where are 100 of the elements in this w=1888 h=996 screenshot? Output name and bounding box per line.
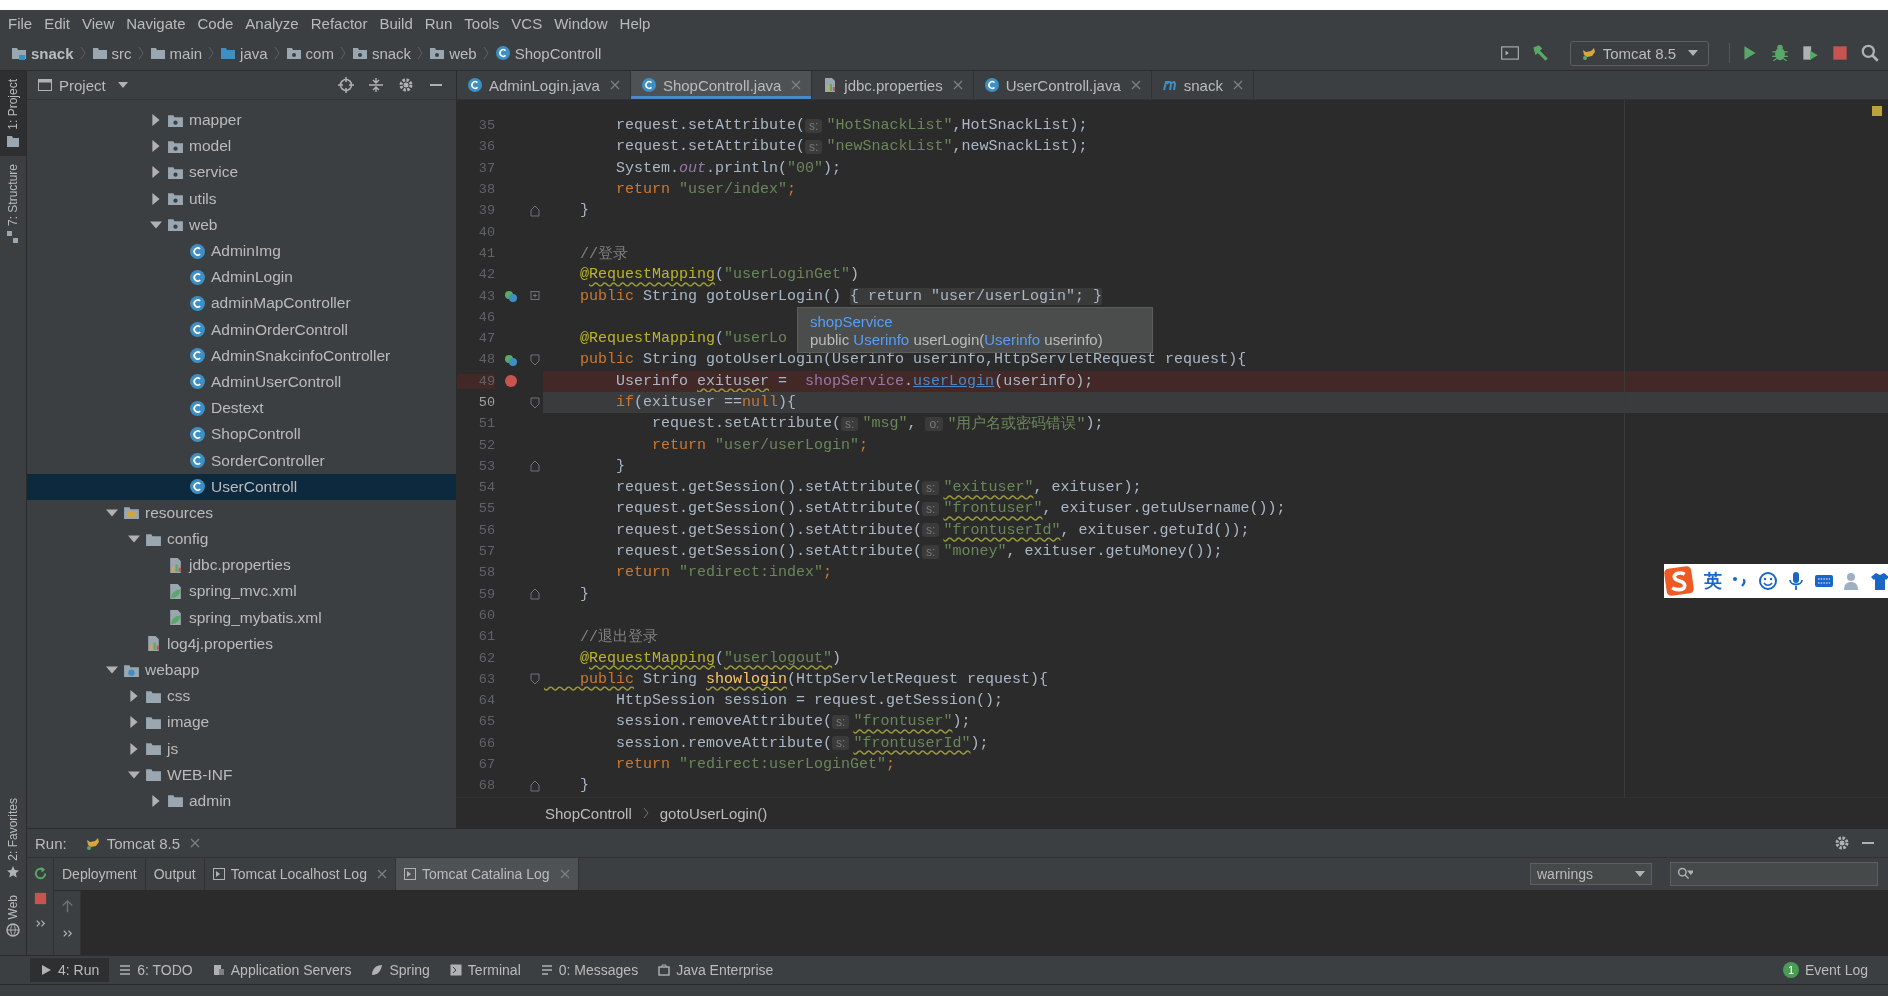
- fold-marker-icon[interactable]: [530, 353, 540, 366]
- tree-item[interactable]: model: [27, 133, 456, 160]
- caret-down-icon[interactable]: [106, 506, 118, 519]
- menu-item[interactable]: VCS: [505, 14, 549, 32]
- tree-item[interactable]: service: [27, 159, 456, 186]
- tree-item[interactable]: log4j.properties: [27, 630, 456, 657]
- caret-right-icon[interactable]: [150, 140, 162, 153]
- close-icon[interactable]: [376, 869, 387, 879]
- editor-tab[interactable]: snack: [1151, 71, 1254, 99]
- menu-item[interactable]: Tools: [458, 14, 506, 32]
- expand-fold-icon[interactable]: [530, 290, 540, 302]
- close-icon[interactable]: [190, 838, 201, 848]
- menu-item[interactable]: Help: [613, 14, 657, 32]
- input-mode-toggle[interactable]: 英: [1704, 569, 1722, 593]
- tree-item[interactable]: js: [27, 735, 456, 762]
- tool-window-tab[interactable]: Terminal: [439, 958, 531, 982]
- tree-item[interactable]: resources: [27, 499, 456, 526]
- log-tab[interactable]: Tomcat Catalina Log: [395, 858, 579, 890]
- log-tab[interactable]: Tomcat Localhost Log: [204, 858, 396, 890]
- tool-window-button[interactable]: 7: Structure: [0, 155, 26, 252]
- close-icon[interactable]: [952, 80, 963, 90]
- breadcrumb-item[interactable]: gotoUserLogin(): [659, 804, 768, 822]
- tree-item[interactable]: mapper: [27, 107, 456, 134]
- menu-item[interactable]: Window: [548, 14, 614, 32]
- log-tab[interactable]: Deployment: [54, 858, 146, 890]
- fold-marker-icon[interactable]: [530, 204, 540, 217]
- microphone-icon[interactable]: [1786, 571, 1806, 591]
- menu-item[interactable]: Build: [373, 14, 419, 32]
- caret-right-icon[interactable]: [128, 690, 140, 703]
- tree-item[interactable]: AdminImg: [27, 237, 456, 265]
- implements-marker-icon[interactable]: [504, 289, 518, 303]
- tool-window-tab[interactable]: 0: Messages: [530, 958, 649, 982]
- terminal-window-icon[interactable]: [1499, 43, 1520, 63]
- tool-window-tab[interactable]: Spring: [361, 958, 440, 982]
- breadcrumb-item[interactable]: java: [217, 44, 271, 62]
- tool-window-button[interactable]: 1: Project: [0, 71, 26, 156]
- breadcrumb-item[interactable]: main: [146, 44, 206, 62]
- stop-icon[interactable]: [32, 891, 48, 906]
- tree-item[interactable]: UserControll: [27, 473, 456, 500]
- caret-right-icon[interactable]: [150, 114, 162, 127]
- tree-item[interactable]: AdminSnakcinfoController: [27, 342, 456, 369]
- tool-window-tab[interactable]: Java Enterprise: [648, 958, 784, 982]
- fold-marker-icon[interactable]: [530, 673, 540, 686]
- tree-item[interactable]: spring_mybatis.xml: [27, 604, 456, 631]
- caret-right-icon[interactable]: [128, 742, 140, 755]
- tree-item[interactable]: web: [27, 211, 456, 238]
- breadcrumb-item[interactable]: snack: [348, 44, 415, 62]
- tree-item[interactable]: webapp: [27, 656, 456, 684]
- caret-down-icon[interactable]: [128, 768, 140, 781]
- fold-marker-icon[interactable]: [530, 460, 540, 473]
- tree-item[interactable]: SorderController: [27, 447, 456, 474]
- menu-item[interactable]: Edit: [38, 14, 77, 32]
- tool-window-button[interactable]: 2: Favorites: [0, 789, 26, 887]
- breadcrumb-item[interactable]: ShopControll: [491, 44, 605, 62]
- event-log-tab[interactable]: 1 Event Log: [1772, 958, 1878, 982]
- tool-window-tab[interactable]: 4: Run: [30, 958, 110, 982]
- tree-item[interactable]: adminMapController: [27, 290, 456, 317]
- menu-item[interactable]: Code: [191, 14, 240, 32]
- tree-item[interactable]: css: [27, 683, 456, 710]
- tree-item[interactable]: config: [27, 526, 456, 553]
- run-tab[interactable]: Tomcat 8.5: [76, 832, 209, 854]
- breadcrumb-item[interactable]: com: [282, 44, 337, 62]
- crosshair-icon[interactable]: [338, 77, 354, 93]
- caret-right-icon[interactable]: [128, 716, 140, 729]
- tool-window-tab[interactable]: 6: TODO: [109, 958, 203, 982]
- caret-right-icon[interactable]: [150, 166, 162, 179]
- settings-icon[interactable]: [1834, 835, 1850, 851]
- tree-item[interactable]: jdbc.properties: [27, 552, 456, 579]
- tree-item[interactable]: ShopControll: [27, 421, 456, 448]
- breadcrumb-item[interactable]: src: [88, 44, 135, 62]
- caret-right-icon[interactable]: [150, 794, 162, 807]
- breadcrumb-item[interactable]: ShopControll: [545, 804, 632, 822]
- search-field[interactable]: [1670, 862, 1878, 886]
- collapse-all-icon[interactable]: [368, 77, 384, 93]
- caret-right-icon[interactable]: [150, 192, 162, 205]
- tooltip-link[interactable]: shopService: [810, 312, 1140, 330]
- editor-tab[interactable]: jdbc.properties: [812, 71, 974, 99]
- project-view-dropdown[interactable]: Project: [37, 76, 128, 94]
- editor-tab[interactable]: UserControll.java: [973, 71, 1152, 99]
- tree-item[interactable]: AdminLogin: [27, 264, 456, 291]
- breadcrumb-item[interactable]: web: [426, 44, 480, 62]
- coverage-icon[interactable]: [1800, 43, 1820, 63]
- editor-tab[interactable]: ShopControll.java: [630, 71, 813, 99]
- fold-marker-icon[interactable]: [530, 779, 540, 792]
- stop-icon[interactable]: [1830, 43, 1850, 63]
- tree-item[interactable]: spring_mvc.xml: [27, 578, 456, 605]
- menu-item[interactable]: Navigate: [120, 14, 192, 32]
- run-configuration-dropdown[interactable]: Tomcat 8.5: [1569, 40, 1709, 66]
- log-tab[interactable]: Output: [145, 858, 205, 890]
- fold-marker-icon[interactable]: [530, 588, 540, 601]
- close-icon[interactable]: [1232, 80, 1243, 90]
- tool-window-button[interactable]: Web: [0, 886, 26, 945]
- smiley-icon[interactable]: [1758, 571, 1778, 591]
- bug-icon[interactable]: [1770, 43, 1790, 63]
- menu-item[interactable]: View: [76, 14, 121, 32]
- search-icon[interactable]: [1860, 43, 1880, 63]
- fold-marker-icon[interactable]: [530, 396, 540, 409]
- menu-item[interactable]: File: [2, 14, 39, 32]
- tree-item[interactable]: Destext: [27, 395, 456, 422]
- tree-item[interactable]: image: [27, 709, 456, 736]
